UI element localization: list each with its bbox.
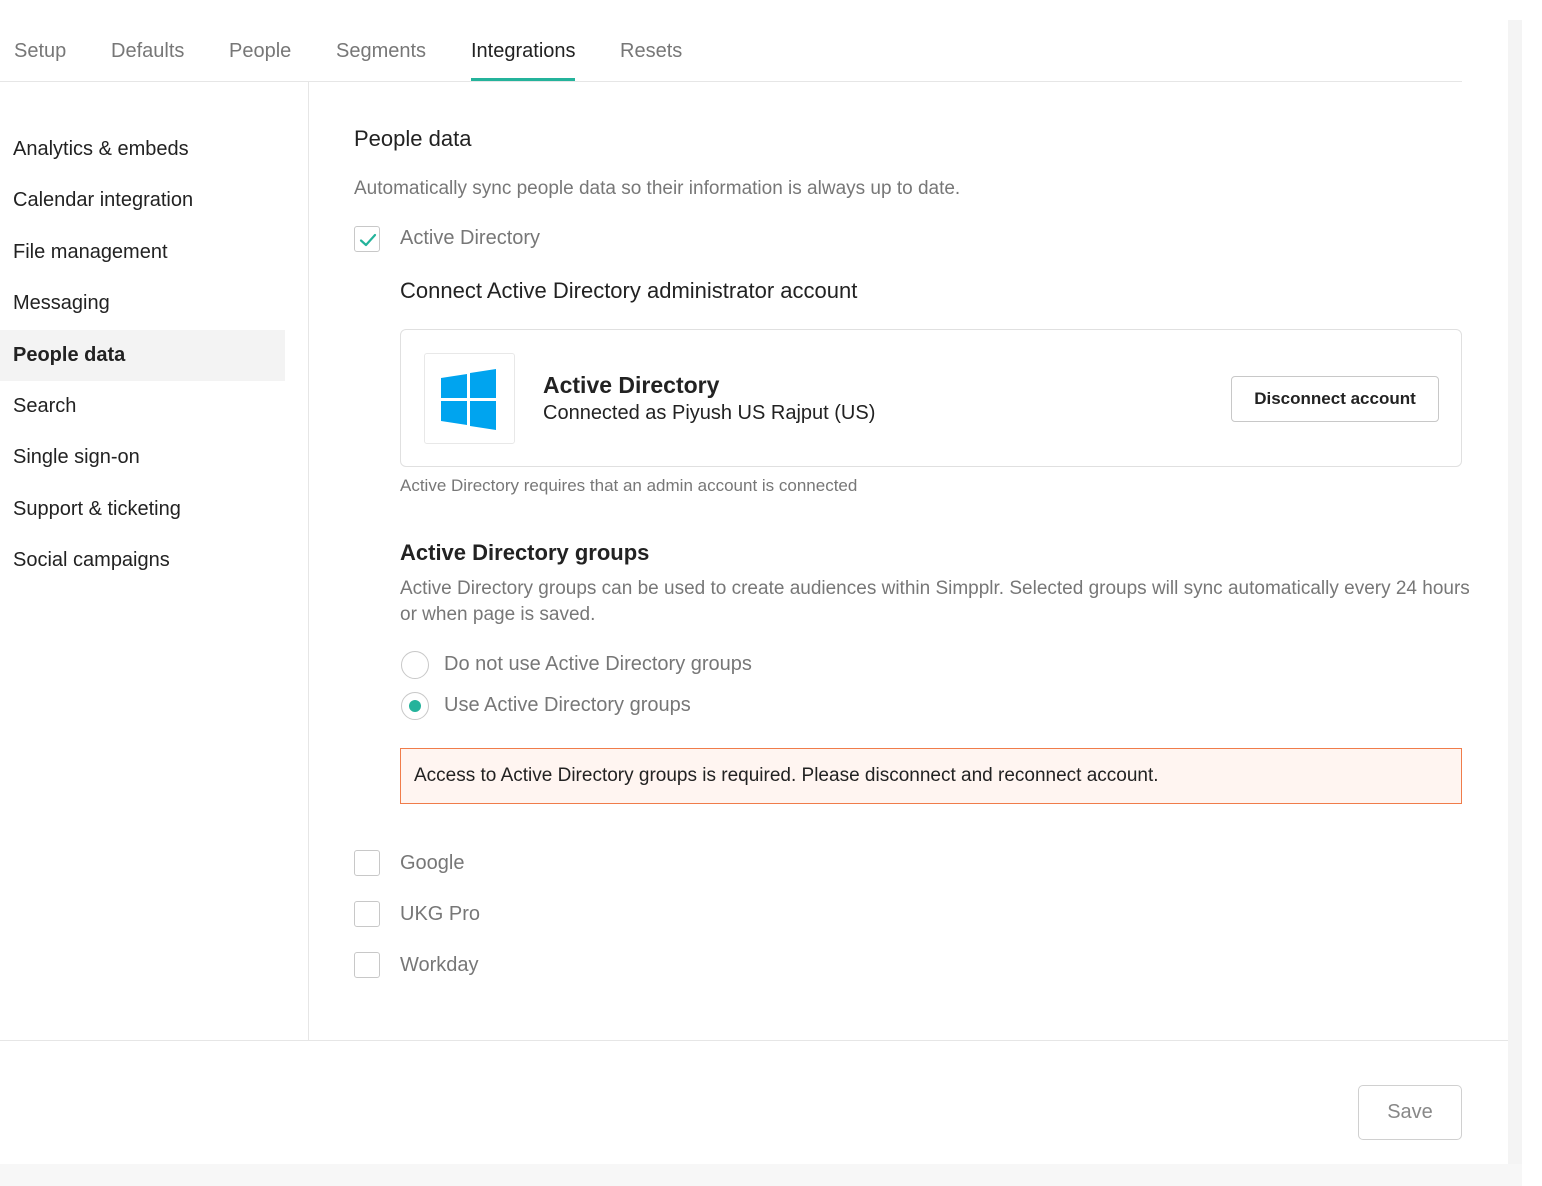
radio-label-use-groups: Use Active Directory groups [444, 694, 691, 716]
tab-setup[interactable]: Setup [14, 40, 66, 63]
workday-label: Workday [400, 954, 479, 976]
groups-access-alert: Access to Active Directory groups is req… [400, 748, 1462, 804]
google-label: Google [400, 852, 465, 874]
alert-text: Access to Active Directory groups is req… [414, 765, 1159, 786]
sidebar-item-label: Search [13, 395, 77, 417]
tab-people[interactable]: People [229, 40, 291, 63]
sidebar-item-social-campaigns[interactable]: Social campaigns [0, 535, 285, 586]
sidebar-item-label: People data [13, 344, 126, 366]
admin-account-note: Active Directory requires that an admin … [400, 476, 858, 495]
sidebar-item-label: File management [13, 241, 168, 263]
sidebar-item-label: Messaging [13, 292, 110, 314]
sidebar-item-messaging[interactable]: Messaging [0, 278, 285, 329]
connected-account-card: Active Directory Connected as Piyush US … [400, 329, 1462, 467]
checkmark-icon [359, 233, 377, 247]
card-title: Active Directory [543, 372, 720, 398]
disconnect-account-button[interactable]: Disconnect account [1231, 376, 1439, 422]
active-tab-indicator [471, 78, 575, 81]
tab-resets[interactable]: Resets [620, 40, 682, 63]
sidebar-item-people-data[interactable]: People data [0, 330, 285, 381]
active-directory-label: Active Directory [400, 227, 541, 249]
sidebar-item-label: Analytics & embeds [13, 138, 189, 160]
tab-integrations[interactable]: Integrations [471, 40, 576, 63]
bottom-gutter [0, 1164, 1522, 1186]
section-title: People data [354, 126, 472, 151]
connected-as-text: Connected as Piyush US Rajput (US) [543, 402, 876, 424]
windows-logo-icon [424, 353, 515, 444]
sidebar-item-file-management[interactable]: File management [0, 227, 285, 278]
radio-do-not-use-groups[interactable] [401, 651, 429, 679]
sidebar-item-label: Calendar integration [13, 189, 194, 211]
ukg-pro-label: UKG Pro [400, 903, 481, 925]
tab-defaults[interactable]: Defaults [111, 40, 184, 63]
active-directory-checkbox[interactable] [354, 226, 380, 252]
sidebar-item-analytics-embeds[interactable]: Analytics & embeds [0, 124, 285, 175]
footer-divider [0, 1040, 1508, 1041]
ukg-pro-checkbox[interactable] [354, 901, 380, 927]
sidebar-item-search[interactable]: Search [0, 381, 285, 432]
groups-description: Active Directory groups can be used to c… [400, 578, 1470, 625]
connect-title: Connect Active Directory administrator a… [400, 278, 858, 303]
save-button[interactable]: Save [1358, 1085, 1462, 1140]
groups-title: Active Directory groups [400, 540, 650, 565]
google-checkbox[interactable] [354, 850, 380, 876]
top-tabs: Setup Defaults People Segments Integrati… [0, 30, 1462, 82]
radio-use-groups[interactable] [401, 692, 429, 720]
radio-label-do-not-use-groups: Do not use Active Directory groups [444, 653, 752, 675]
sidebar-item-label: Support & ticketing [13, 498, 181, 520]
section-description: Automatically sync people data so their … [354, 178, 961, 199]
sidebar-item-label: Social campaigns [13, 549, 170, 571]
sidebar-item-calendar-integration[interactable]: Calendar integration [0, 175, 285, 226]
sidebar-item-support-ticketing[interactable]: Support & ticketing [0, 484, 285, 535]
radio-selected-dot [409, 700, 421, 712]
sidebar-divider [308, 81, 309, 1041]
workday-checkbox[interactable] [354, 952, 380, 978]
right-scroll-gutter [1508, 20, 1522, 1166]
sidebar-item-single-sign-on[interactable]: Single sign-on [0, 432, 285, 483]
sidebar-item-label: Single sign-on [13, 446, 140, 468]
tab-segments[interactable]: Segments [336, 40, 426, 63]
